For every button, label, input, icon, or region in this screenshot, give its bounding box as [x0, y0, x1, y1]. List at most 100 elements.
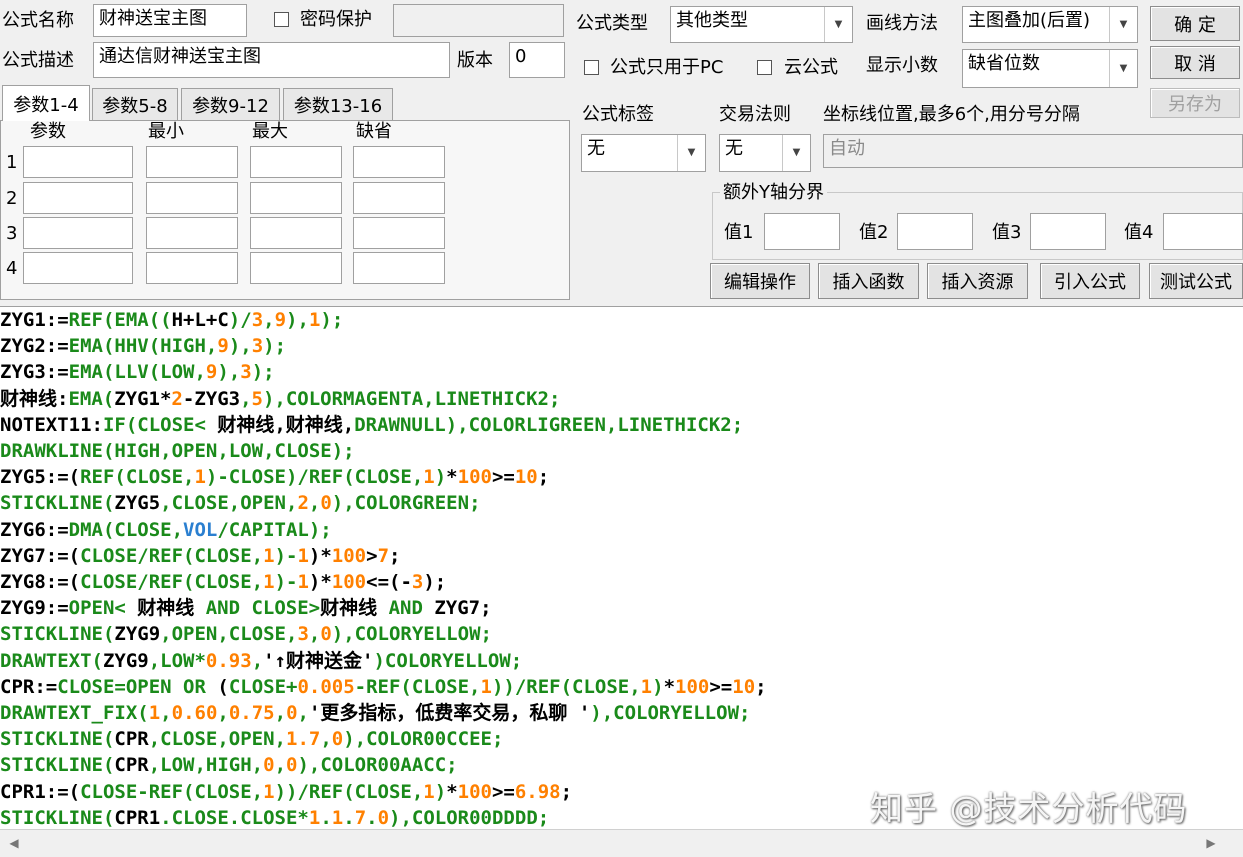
- code-token: 0: [320, 623, 332, 646]
- param-4-min-input[interactable]: [146, 252, 238, 284]
- code-token: 1: [148, 702, 161, 724]
- formula-desc-input[interactable]: 通达信财神送宝主图: [93, 42, 450, 78]
- scroll-left-icon[interactable]: ◀: [2, 830, 26, 856]
- param-2-name-input[interactable]: [23, 182, 133, 214]
- param-2-max-input[interactable]: [250, 182, 342, 214]
- param-3-name-input[interactable]: [23, 217, 133, 249]
- watermark: 知乎 @技术分析代码: [870, 789, 1188, 828]
- code-token: EMA(LLV(LOW,: [68, 361, 206, 384]
- import-formula-button[interactable]: 引入公式: [1040, 263, 1140, 299]
- param-1-min-input[interactable]: [146, 146, 238, 178]
- code-token: 0: [286, 702, 298, 724]
- code-token: >=: [491, 780, 515, 803]
- code-token: 财神线,财神线,: [205, 413, 355, 436]
- cancel-button[interactable]: 取 消: [1150, 46, 1240, 79]
- code-token: (: [205, 675, 229, 698]
- edit-ops-button[interactable]: 编辑操作: [710, 263, 810, 299]
- formula-type-select[interactable]: 其他类型 ▼: [670, 6, 853, 43]
- test-formula-button[interactable]: 测试公式: [1149, 263, 1243, 299]
- code-token: ),COLOR00AACC;: [297, 754, 458, 777]
- code-token: STICKLINE(: [0, 806, 115, 829]
- yaxis-value1-label: 值1: [724, 222, 754, 243]
- code-token: ,: [308, 492, 321, 515]
- code-token: ZYG3:=: [0, 361, 69, 384]
- code-line: ZYG5:=(REF(CLOSE,1)-CLOSE)/REF(CLOSE,1)*…: [0, 464, 549, 490]
- code-line: NOTEXT11:IF(CLOSE< 财神线,财神线,DRAWNULL),COL…: [0, 412, 743, 438]
- horizontal-scrollbar[interactable]: ◀ ▶: [0, 829, 1243, 857]
- code-token: 0: [320, 492, 332, 515]
- code-token: ZYG5:=(: [0, 466, 81, 489]
- param-3-max-input[interactable]: [250, 217, 342, 249]
- param-4-max-input[interactable]: [250, 252, 342, 284]
- yaxis-value1-input[interactable]: [764, 213, 840, 250]
- code-line: CPR1:=(CLOSE-REF(CLOSE,1))/REF(CLOSE,1)*…: [0, 779, 572, 805]
- param-1-max-input[interactable]: [250, 146, 342, 178]
- param-2-default-input[interactable]: [353, 182, 445, 214]
- code-token: 10: [732, 675, 756, 698]
- formula-name-label: 公式名称: [2, 10, 74, 31]
- chevron-down-icon[interactable]: ▼: [677, 135, 705, 171]
- code-token: 1: [423, 780, 435, 803]
- param-1-default-input[interactable]: [353, 146, 445, 178]
- param-3-default-input[interactable]: [353, 217, 445, 249]
- tab-params-5-8[interactable]: 参数5-8: [92, 88, 178, 120]
- code-token: <=(-: [366, 571, 412, 593]
- chevron-down-icon[interactable]: ▼: [1109, 50, 1137, 87]
- yaxis-value3-input[interactable]: [1030, 213, 1106, 250]
- code-token: ,OPEN,CLOSE,: [160, 623, 298, 646]
- param-4-name-input[interactable]: [23, 252, 133, 284]
- code-token: DRAWKLINE(HIGH,OPEN,LOW,CLOSE);: [0, 440, 355, 462]
- version-input[interactable]: 0: [509, 42, 565, 78]
- code-token: ): [434, 466, 447, 489]
- pc-only-checkbox[interactable]: [584, 60, 599, 75]
- code-token: 0.005: [297, 675, 355, 698]
- code-line: ZYG6:=DMA(CLOSE,VOL/CAPITAL);: [0, 517, 332, 543]
- param-2-min-input[interactable]: [146, 182, 238, 214]
- code-token: ZYG9: [102, 649, 149, 672]
- yaxis-value4-input[interactable]: [1163, 213, 1243, 250]
- password-input[interactable]: [393, 4, 564, 37]
- insert-resource-button[interactable]: 插入资源: [927, 263, 1028, 299]
- param-4-default-input[interactable]: [353, 252, 445, 284]
- formula-tag-select[interactable]: 无 ▼: [581, 134, 706, 172]
- code-token: CLOSE=OPEN OR: [57, 675, 206, 698]
- code-editor[interactable]: ZYG1:=REF(EMA((H+L+C)/3,9),1); ZYG2:=EMA(…: [0, 306, 1243, 830]
- param-3-min-input[interactable]: [146, 217, 238, 249]
- tab-params-1-4[interactable]: 参数1-4: [2, 85, 90, 121]
- cloud-formula-checkbox[interactable]: [757, 60, 772, 75]
- trade-rule-select[interactable]: 无 ▼: [719, 134, 811, 172]
- draw-method-select[interactable]: 主图叠加(后置) ▼: [962, 6, 1138, 43]
- code-token: 1: [263, 571, 275, 593]
- chevron-down-icon[interactable]: ▼: [824, 7, 852, 42]
- code-token: 1: [263, 544, 275, 567]
- code-token: 0.60: [171, 702, 218, 724]
- code-token: ZYG7:=(: [0, 544, 81, 567]
- chevron-down-icon[interactable]: ▼: [1109, 7, 1137, 42]
- code-token: ),COLOR00DDDD;: [389, 806, 550, 829]
- param-row-label: 4: [6, 258, 18, 279]
- insert-function-button[interactable]: 插入函数: [818, 263, 919, 299]
- code-token: *: [446, 466, 458, 489]
- tab-params-13-16[interactable]: 参数13-16: [283, 88, 393, 120]
- code-token: 100: [331, 544, 367, 567]
- code-token: ZYG5: [114, 492, 161, 515]
- code-token: 1: [331, 806, 344, 829]
- code-token: )*: [308, 544, 332, 567]
- code-token: >=: [709, 675, 733, 698]
- coord-lines-input[interactable]: 自动: [823, 134, 1243, 168]
- formula-name-input[interactable]: 财神送宝主图: [93, 4, 247, 37]
- code-token: ,: [251, 649, 264, 672]
- chevron-down-icon[interactable]: ▼: [782, 135, 810, 171]
- code-token: *: [446, 780, 458, 803]
- param-1-name-input[interactable]: [23, 146, 133, 178]
- code-token: H+L+C: [171, 309, 229, 331]
- tab-params-9-12[interactable]: 参数9-12: [181, 88, 280, 120]
- decimals-select[interactable]: 缺省位数 ▼: [962, 49, 1138, 88]
- ok-button[interactable]: 确 定: [1150, 6, 1240, 41]
- password-checkbox[interactable]: [274, 12, 289, 27]
- save-as-button[interactable]: 另存为: [1150, 88, 1240, 118]
- decimals-value: 缺省位数: [968, 53, 1040, 74]
- yaxis-value2-input[interactable]: [897, 213, 973, 250]
- scroll-right-icon[interactable]: ▶: [1199, 830, 1223, 856]
- code-token: ZYG8:=(: [0, 571, 81, 593]
